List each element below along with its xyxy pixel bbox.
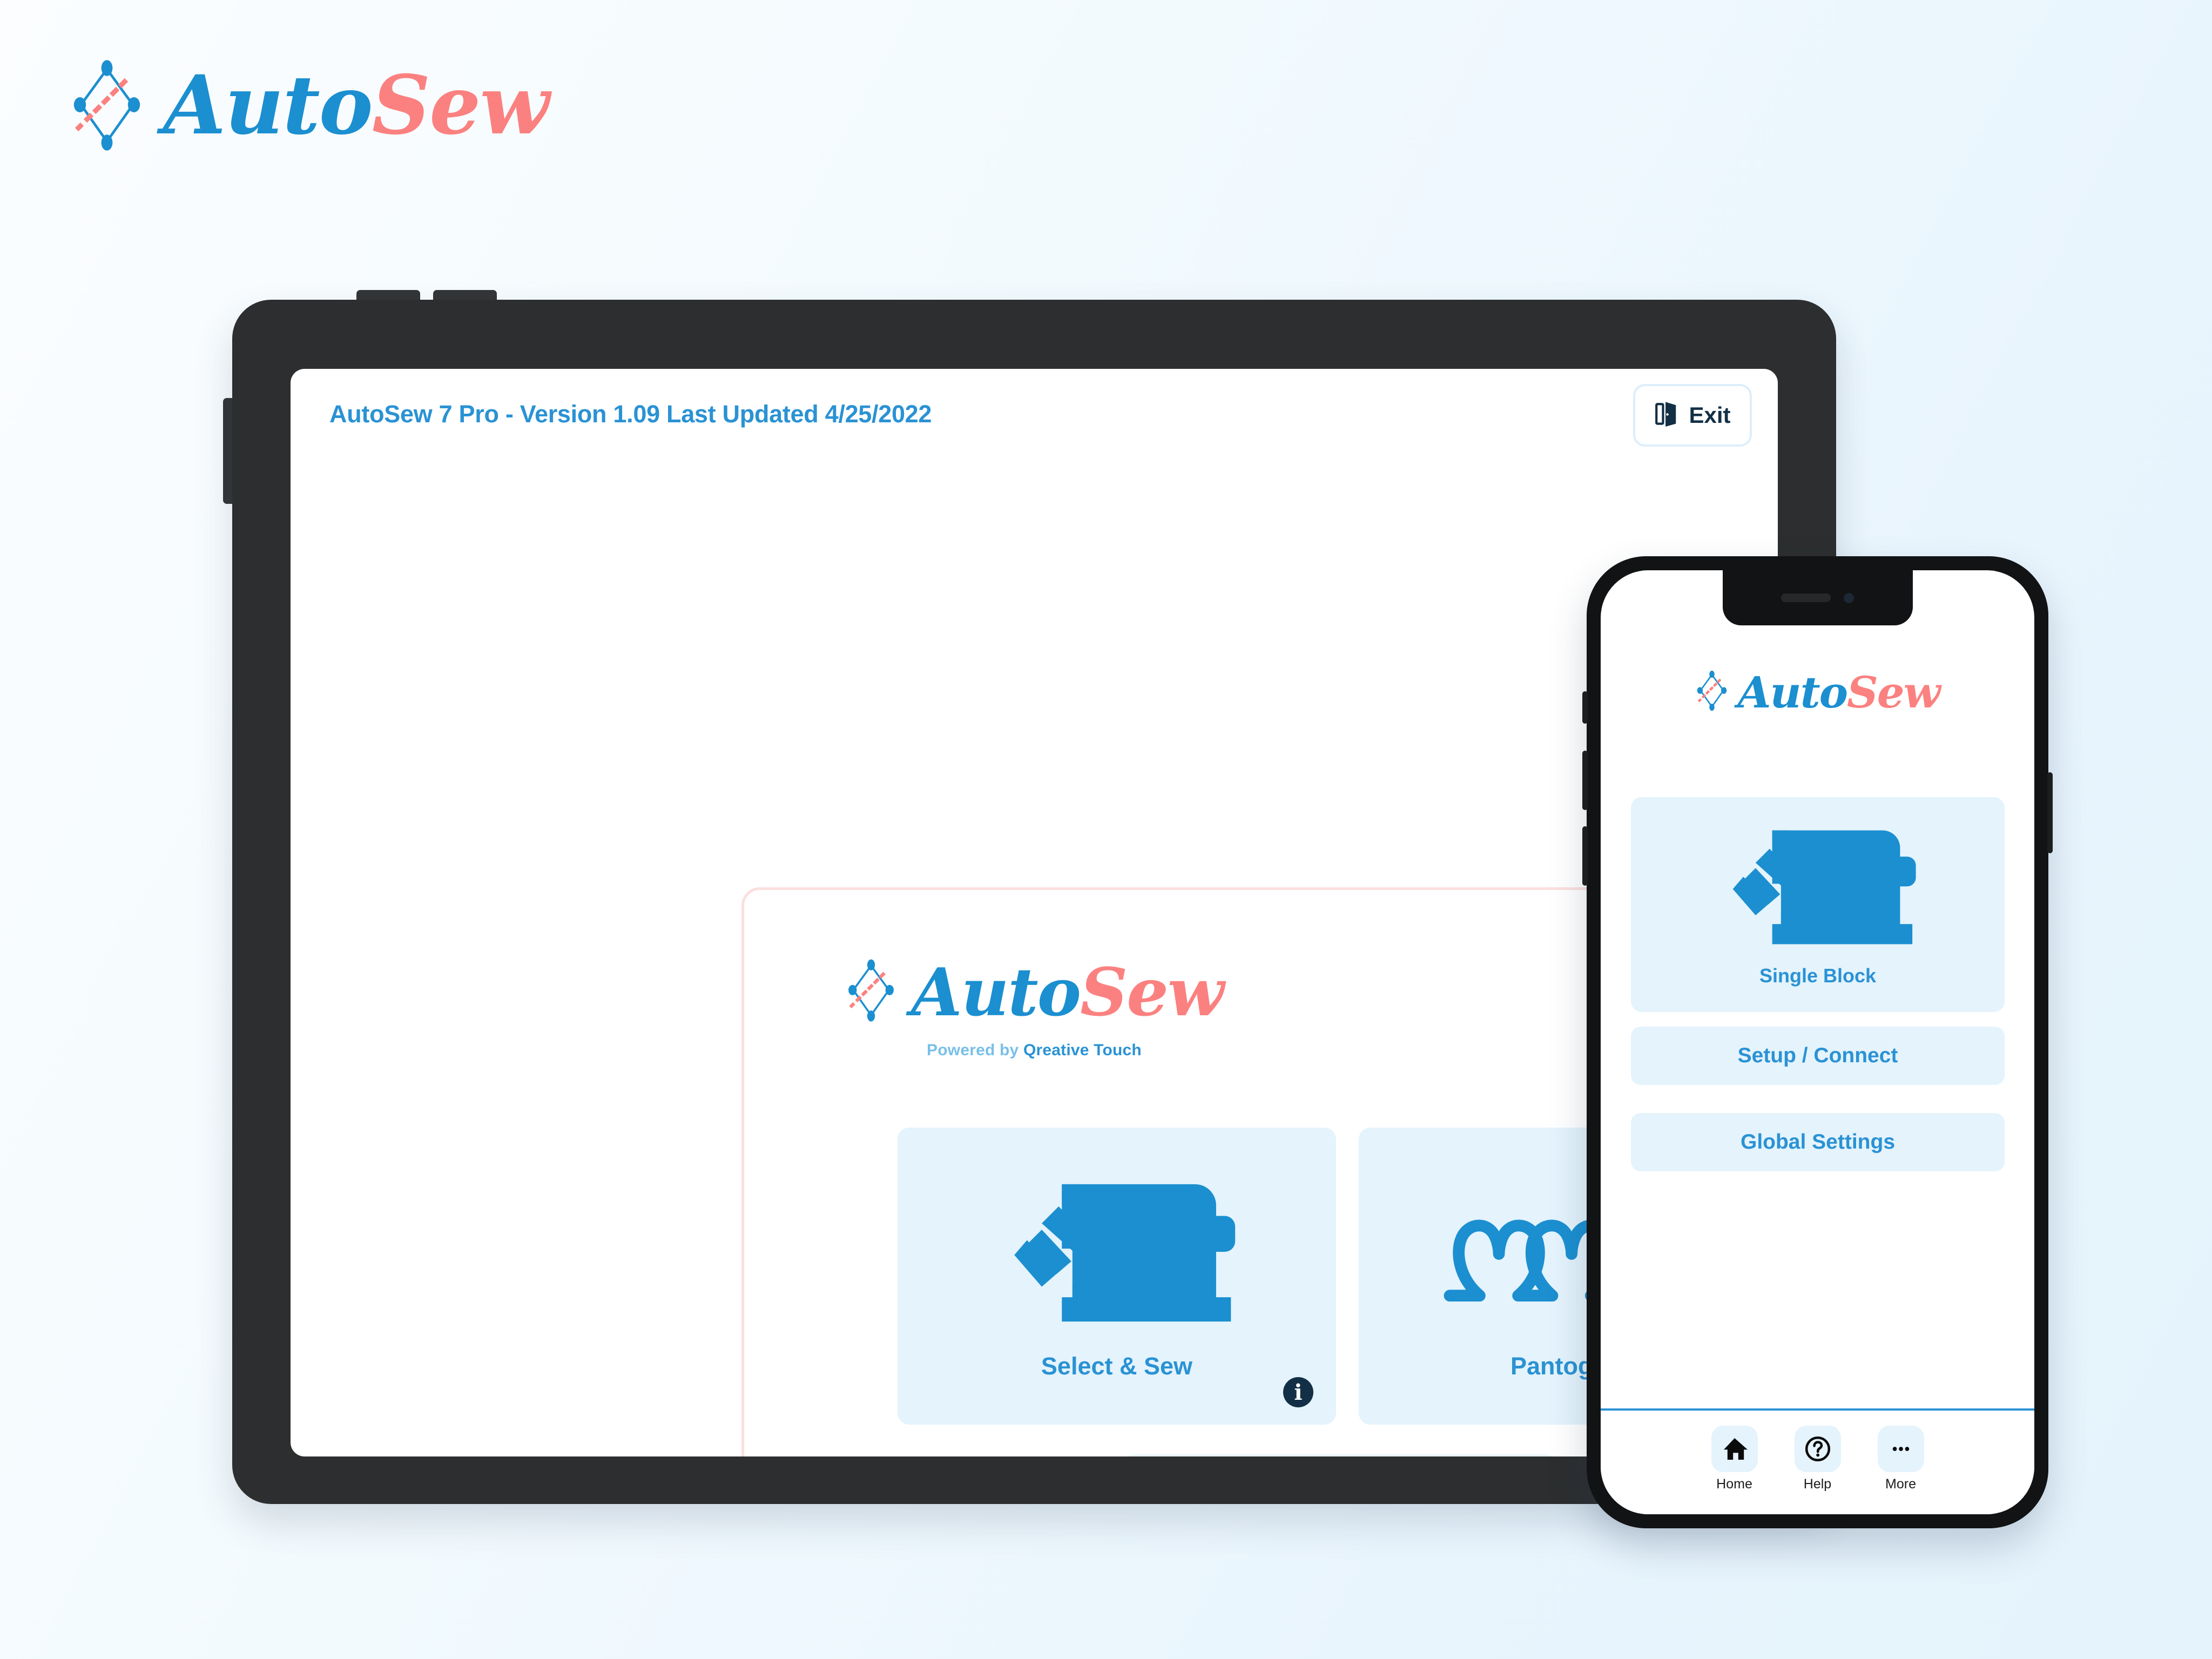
question-circle-icon [1794,1426,1841,1472]
diamond-stitch-logo-icon [845,959,897,1025]
brand-logo: AutoSew [69,59,550,151]
tab-help-label: Help [1803,1476,1832,1492]
exit-button-label: Exit [1689,402,1731,428]
phone-camera-icon [1844,592,1854,603]
phone-card-single-block-label: Single Block [1759,964,1877,987]
powered-by-company: Qreative Touch [1023,1041,1142,1059]
brand-word-auto: Auto [163,58,373,153]
sewing-machine-icon [995,1172,1238,1334]
phone-brand-word-auto: Auto [1737,666,1848,718]
tab-home[interactable]: Home [1702,1426,1767,1492]
ellipsis-icon [1877,1426,1924,1472]
sewing-machine-icon [1715,822,1920,955]
tab-home-label: Home [1716,1476,1752,1492]
mode-card-select-and-sew[interactable]: Select & Sew i [898,1128,1336,1425]
powered-by-text: Powered by Qreative Touch [927,1041,1142,1060]
tab-help[interactable]: Help [1785,1426,1850,1492]
phone-notch [1722,570,1913,625]
phone-volume-up-button[interactable] [1582,751,1588,810]
app-version-title: AutoSew 7 Pro - Version 1.09 Last Update… [329,400,932,428]
phone-tabbar: Home Help More [1601,1408,2034,1514]
diamond-stitch-logo-icon [69,59,145,151]
phone-mute-switch[interactable] [1582,691,1588,724]
phone-screen: AutoSew Single Block Setup / Connect Glo… [1601,570,2034,1514]
tablet-screen: AutoSew 7 Pro - Version 1.09 Last Update… [291,369,1778,1456]
phone-brand-word-sew: Sew [1847,666,1941,718]
phone-card-single-block[interactable]: Single Block [1631,797,2005,1012]
view-more-quilting-options-button[interactable]: View More Quilting Options [1123,1454,1555,1456]
tablet-titlebar: AutoSew 7 Pro - Version 1.09 Last Update… [291,369,1778,482]
powered-by-prefix: Powered by [927,1041,1023,1059]
door-exit-icon [1654,400,1679,431]
home-icon [1711,1426,1758,1472]
brand-word-sew: Sew [372,58,550,153]
tablet-brand-block: AutoSew Powered by Qreative Touch [291,959,1778,1060]
phone-global-settings-button[interactable]: Global Settings [1631,1113,2005,1171]
info-badge-select-and-sew[interactable]: i [1283,1377,1313,1407]
diamond-stitch-logo-icon [1695,670,1729,714]
tab-more-label: More [1885,1476,1916,1492]
phone-speaker [1781,594,1831,602]
exit-button[interactable]: Exit [1633,384,1752,447]
mode-card-label: Select & Sew [1041,1352,1193,1380]
phone-power-button[interactable] [2047,772,2053,853]
phone-device: AutoSew Single Block Setup / Connect Glo… [1582,556,2053,1528]
tablet-brand-word-auto: Auto [911,953,1081,1031]
tab-more[interactable]: More [1869,1426,1933,1492]
phone-brand-block: AutoSew [1601,670,2034,714]
brand-wordmark: AutoSew [163,65,550,146]
tablet-brand-word-sew: Sew [1080,953,1224,1031]
phone-brand-wordmark: AutoSew [1737,671,1940,714]
phone-setup-connect-button[interactable]: Setup / Connect [1631,1027,2005,1085]
tablet-brand-wordmark: AutoSew [911,959,1224,1025]
phone-volume-down-button[interactable] [1582,826,1588,886]
